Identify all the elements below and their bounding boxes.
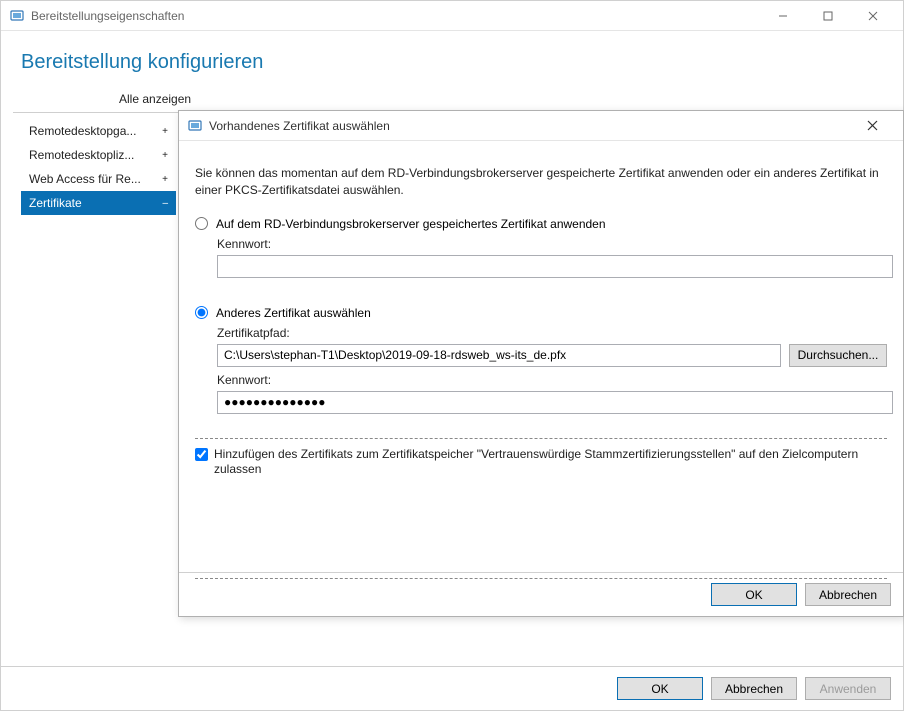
ok-button[interactable]: OK xyxy=(617,677,703,700)
sidebar-item-label: Remotedesktopga... xyxy=(29,124,136,138)
modal-description: Sie können das momentan auf dem RD-Verbi… xyxy=(195,165,887,199)
add-to-trusted-root-label: Hinzufügen des Zertifikats zum Zertifika… xyxy=(214,447,887,478)
modal-footer: OK Abbrechen xyxy=(179,572,903,616)
close-button[interactable] xyxy=(850,2,895,30)
plus-icon: + xyxy=(162,126,168,137)
add-to-trusted-root-checkbox[interactable] xyxy=(195,448,208,461)
radio-other-cert[interactable]: Anderes Zertifikat auswählen xyxy=(195,306,887,320)
sidebar-item-label: Remotedesktopliz... xyxy=(29,148,134,162)
sidebar-item-rd-gateway[interactable]: Remotedesktopga... + xyxy=(21,119,176,143)
window-controls xyxy=(760,2,895,30)
sidebar-item-web-access[interactable]: Web Access für Re... + xyxy=(21,167,176,191)
radio-other-cert-input[interactable] xyxy=(195,306,208,319)
minus-icon: – xyxy=(162,198,168,209)
parent-footer: OK Abbrechen Anwenden xyxy=(1,666,903,710)
show-all-link[interactable]: Alle anzeigen xyxy=(13,84,891,113)
trusted-root-section: Hinzufügen des Zertifikats zum Zertifika… xyxy=(195,438,887,579)
modal-cancel-button[interactable]: Abbrechen xyxy=(805,583,891,606)
app-icon xyxy=(9,8,25,24)
password-label-1: Kennwort: xyxy=(217,237,887,251)
parent-titlebar: Bereitstellungseigenschaften xyxy=(1,1,903,31)
plus-icon: + xyxy=(162,150,168,161)
radio-use-stored-cert-input[interactable] xyxy=(195,217,208,230)
close-icon[interactable] xyxy=(850,112,895,140)
radio-use-stored-cert[interactable]: Auf dem RD-Verbindungsbrokerserver gespe… xyxy=(195,217,887,231)
sidebar-item-certificates[interactable]: Zertifikate – xyxy=(21,191,176,215)
apply-button[interactable]: Anwenden xyxy=(805,677,891,700)
password-label-2: Kennwort: xyxy=(217,373,887,387)
sidebar-item-rd-licensing[interactable]: Remotedesktopliz... + xyxy=(21,143,176,167)
plus-icon: + xyxy=(162,174,168,185)
sidebar-item-label: Zertifikate xyxy=(29,196,82,210)
radio-other-cert-label: Anderes Zertifikat auswählen xyxy=(216,306,371,320)
page-title: Bereitstellung konfigurieren xyxy=(1,31,903,84)
modal-ok-button[interactable]: OK xyxy=(711,583,797,606)
app-icon xyxy=(187,118,203,134)
modal-body: Sie können das momentan auf dem RD-Verbi… xyxy=(179,141,903,579)
minimize-button[interactable] xyxy=(760,2,805,30)
cert-path-field[interactable] xyxy=(217,344,781,367)
sidebar-item-label: Web Access für Re... xyxy=(29,172,141,186)
radio-use-stored-cert-label: Auf dem RD-Verbindungsbrokerserver gespe… xyxy=(216,217,606,231)
password-field-1[interactable] xyxy=(217,255,893,278)
select-certificate-dialog: Vorhandenes Zertifikat auswählen Sie kön… xyxy=(178,110,904,617)
sidebar: Remotedesktopga... + Remotedesktopliz...… xyxy=(21,119,176,215)
modal-title: Vorhandenes Zertifikat auswählen xyxy=(209,119,850,133)
maximize-button[interactable] xyxy=(805,2,850,30)
password-field-2[interactable] xyxy=(217,391,893,414)
browse-button[interactable]: Durchsuchen... xyxy=(789,344,887,367)
modal-titlebar: Vorhandenes Zertifikat auswählen xyxy=(179,111,903,141)
parent-window: Bereitstellungseigenschaften Bereitstell… xyxy=(0,0,904,711)
cancel-button[interactable]: Abbrechen xyxy=(711,677,797,700)
parent-window-title: Bereitstellungseigenschaften xyxy=(31,9,760,23)
cert-path-label: Zertifikatpfad: xyxy=(217,326,887,340)
